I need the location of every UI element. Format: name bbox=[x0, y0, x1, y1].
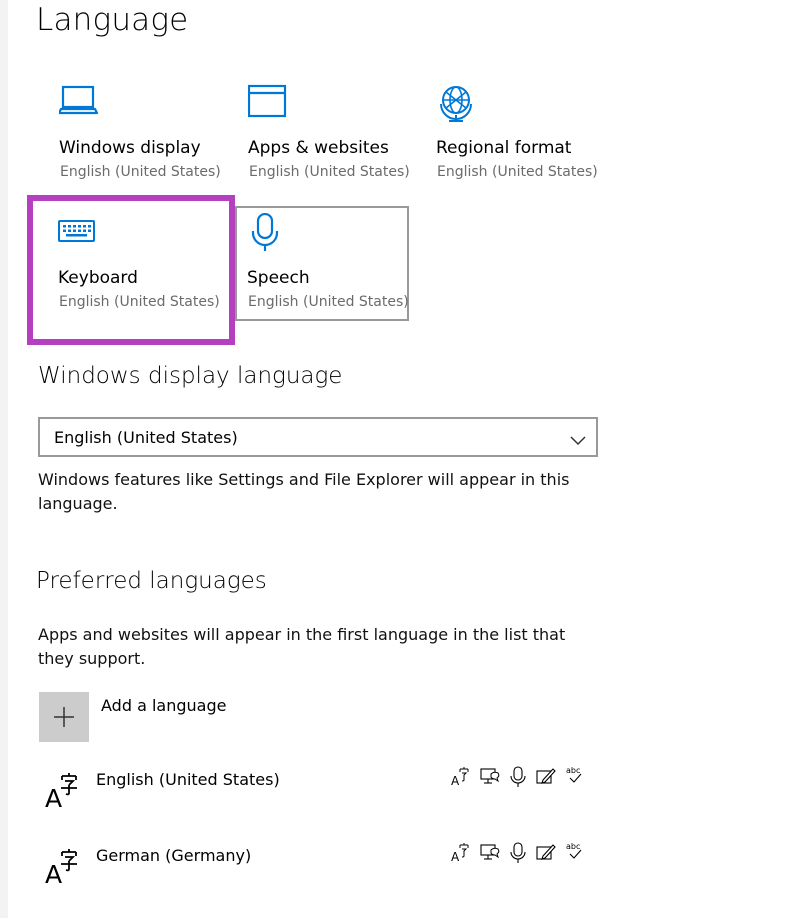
speech-recognition-icon bbox=[510, 766, 526, 787]
keyboard-icon bbox=[58, 218, 96, 248]
preferred-languages-heading: Preferred languages bbox=[36, 568, 267, 594]
language-pack-icon: A bbox=[451, 843, 469, 864]
svg-text:A: A bbox=[451, 850, 460, 864]
svg-text:abc: abc bbox=[566, 766, 580, 775]
dropdown-value: English (United States) bbox=[54, 428, 238, 447]
language-name: German (Germany) bbox=[96, 846, 252, 865]
language-pack-icon: A bbox=[451, 767, 469, 788]
display-language-dropdown[interactable]: English (United States) bbox=[38, 417, 598, 457]
tile-sublabel: English (United States) bbox=[59, 294, 220, 310]
plus-icon bbox=[53, 706, 75, 732]
tile-sublabel: English (United States) bbox=[60, 164, 221, 180]
microphone-icon bbox=[247, 212, 283, 257]
tile-sublabel: English (United States) bbox=[248, 294, 409, 310]
display-language-heading: Windows display language bbox=[38, 363, 343, 389]
language-glyph-icon: A bbox=[45, 849, 85, 896]
tile-label: Windows display bbox=[59, 138, 201, 158]
svg-text:abc: abc bbox=[566, 842, 580, 851]
language-name: English (United States) bbox=[96, 770, 280, 789]
tile-label: Speech bbox=[247, 268, 310, 288]
display-language-description: Windows features like Settings and File … bbox=[38, 470, 570, 513]
speech-recognition-icon bbox=[510, 842, 526, 863]
handwriting-icon bbox=[536, 844, 556, 860]
spell-check-icon: abc bbox=[566, 766, 582, 783]
tile-apps-websites[interactable]: Apps & websites English (United States) bbox=[247, 84, 428, 200]
text-to-speech-icon bbox=[480, 768, 500, 784]
add-language-button[interactable] bbox=[39, 692, 89, 742]
handwriting-icon bbox=[536, 768, 556, 784]
tile-label: Keyboard bbox=[58, 268, 138, 288]
tile-speech[interactable]: Speech English (United States) bbox=[247, 212, 427, 329]
laptop-icon bbox=[57, 84, 99, 120]
page-title: Language bbox=[36, 2, 189, 38]
language-glyph-icon: A bbox=[45, 773, 85, 820]
left-edge bbox=[0, 0, 8, 918]
preferred-languages-description: Apps and websites will appear in the fir… bbox=[38, 625, 566, 668]
spell-check-icon: abc bbox=[566, 842, 582, 859]
tile-windows-display[interactable]: Windows display English (United States) bbox=[57, 84, 239, 200]
add-language-label[interactable]: Add a language bbox=[101, 696, 226, 715]
tile-sublabel: English (United States) bbox=[249, 164, 410, 180]
text-to-speech-icon bbox=[480, 844, 500, 860]
globe-icon bbox=[436, 84, 476, 128]
svg-text:A: A bbox=[451, 774, 460, 788]
tile-sublabel: English (United States) bbox=[437, 164, 598, 180]
browser-window-icon bbox=[247, 84, 288, 122]
chevron-down-icon bbox=[570, 431, 586, 450]
tile-keyboard[interactable]: Keyboard English (United States) bbox=[58, 218, 238, 334]
tile-label: Regional format bbox=[436, 138, 572, 158]
tile-regional-format[interactable]: Regional format English (United States) bbox=[436, 84, 616, 200]
tile-label: Apps & websites bbox=[248, 138, 389, 158]
